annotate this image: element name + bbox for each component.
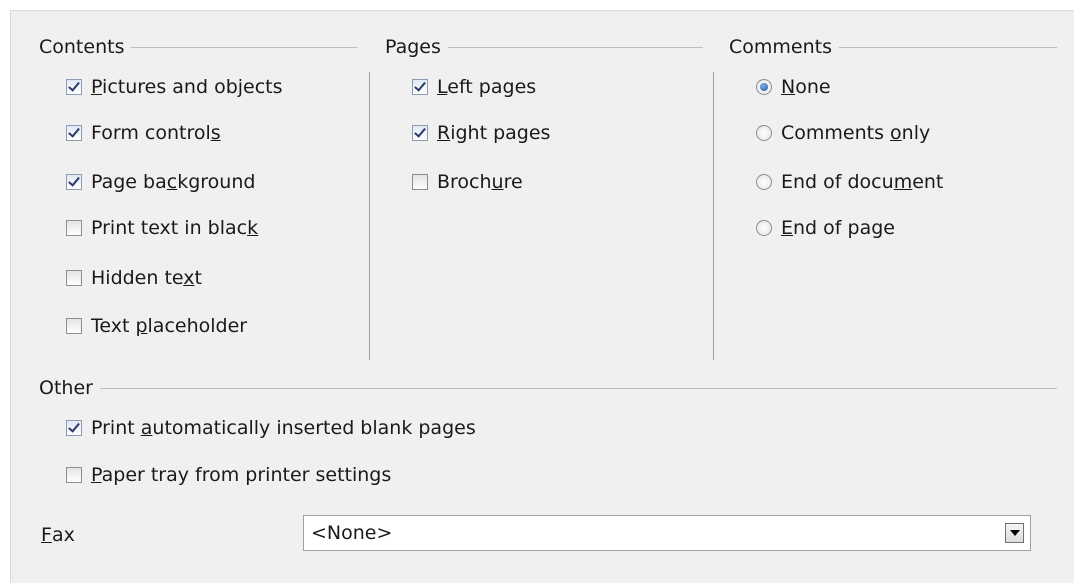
page-background-checkbox[interactable]: Page background [66,170,255,194]
checkbox-box[interactable] [412,79,428,95]
radio-label: End of page [781,217,895,239]
checkbox-box[interactable] [66,174,82,190]
checkbox-box[interactable] [412,174,428,190]
checkbox-box[interactable] [66,125,82,141]
print-blank-pages-checkbox[interactable]: Print automatically inserted blank pages [66,416,476,440]
radio-label: Comments only [781,122,931,144]
checkbox-box[interactable] [66,420,82,436]
comments-section-header: Comments [729,36,1057,58]
radio-button[interactable] [756,174,772,190]
checkbox-label: Text placeholder [91,315,248,337]
checkbox-box[interactable] [66,467,82,483]
radio-label: None [781,76,831,98]
checkbox-label: Left pages [437,76,537,98]
radio-button[interactable] [756,79,772,95]
pages-comments-separator [713,72,714,360]
fax-label: Fax [41,524,75,546]
left-pages-checkbox[interactable]: Left pages [412,75,536,99]
checkbox-box[interactable] [66,79,82,95]
other-section-rule [99,387,1057,389]
checkbox-label: Right pages [437,122,551,144]
checkbox-label: Brochure [437,171,523,193]
pictures-and-objects-checkbox[interactable]: Pictures and objects [66,75,283,99]
panel-border-top [10,10,1074,11]
hidden-text-checkbox[interactable]: Hidden text [66,266,202,290]
radio-label: End of document [781,171,944,193]
comments-none-radio[interactable]: None [756,75,831,99]
comments-only-radio[interactable]: Comments only [756,121,930,145]
contents-section-rule [131,46,357,48]
contents-section-title: Contents [39,36,125,58]
dropdown-arrow-button[interactable] [1005,523,1024,543]
checkbox-label: Form controls [91,122,221,144]
outer-margin-top [0,0,1074,10]
fax-selected-value: <None> [311,522,393,544]
print-text-in-black-checkbox[interactable]: Print text in black [66,216,258,240]
other-section-header: Other [39,377,1057,399]
comments-section-title: Comments [729,36,832,58]
fax-select[interactable]: <None> [303,515,1031,551]
right-pages-checkbox[interactable]: Right pages [412,121,550,145]
outer-margin-left [0,0,10,583]
end-of-page-radio[interactable]: End of page [756,216,895,240]
checkbox-label: Paper tray from printer settings [91,464,392,486]
radio-button[interactable] [756,220,772,236]
pages-section-title: Pages [385,36,441,58]
checkbox-label: Page background [91,171,256,193]
checkbox-box[interactable] [66,318,82,334]
checkbox-label: Print text in black [91,217,259,239]
radio-button[interactable] [756,125,772,141]
form-controls-checkbox[interactable]: Form controls [66,121,221,145]
panel-border-left [10,10,11,583]
checkbox-box[interactable] [66,270,82,286]
end-of-document-radio[interactable]: End of document [756,170,943,194]
contents-section-header: Contents [39,36,357,58]
print-options-panel: Contents Pictures and objects Form contr… [0,0,1074,583]
checkbox-box[interactable] [66,220,82,236]
checkbox-box[interactable] [412,125,428,141]
other-section-title: Other [39,377,93,399]
paper-tray-checkbox[interactable]: Paper tray from printer settings [66,463,391,487]
text-placeholder-checkbox[interactable]: Text placeholder [66,314,247,338]
pages-section-rule [447,46,703,48]
checkbox-label: Hidden text [91,267,202,289]
checkbox-label: Print automatically inserted blank pages [91,417,476,439]
checkbox-label: Pictures and objects [91,76,283,98]
contents-pages-separator [369,72,370,360]
brochure-checkbox[interactable]: Brochure [412,170,523,194]
comments-section-rule [839,46,1057,48]
pages-section-header: Pages [385,36,703,58]
chevron-down-icon [1009,530,1020,536]
